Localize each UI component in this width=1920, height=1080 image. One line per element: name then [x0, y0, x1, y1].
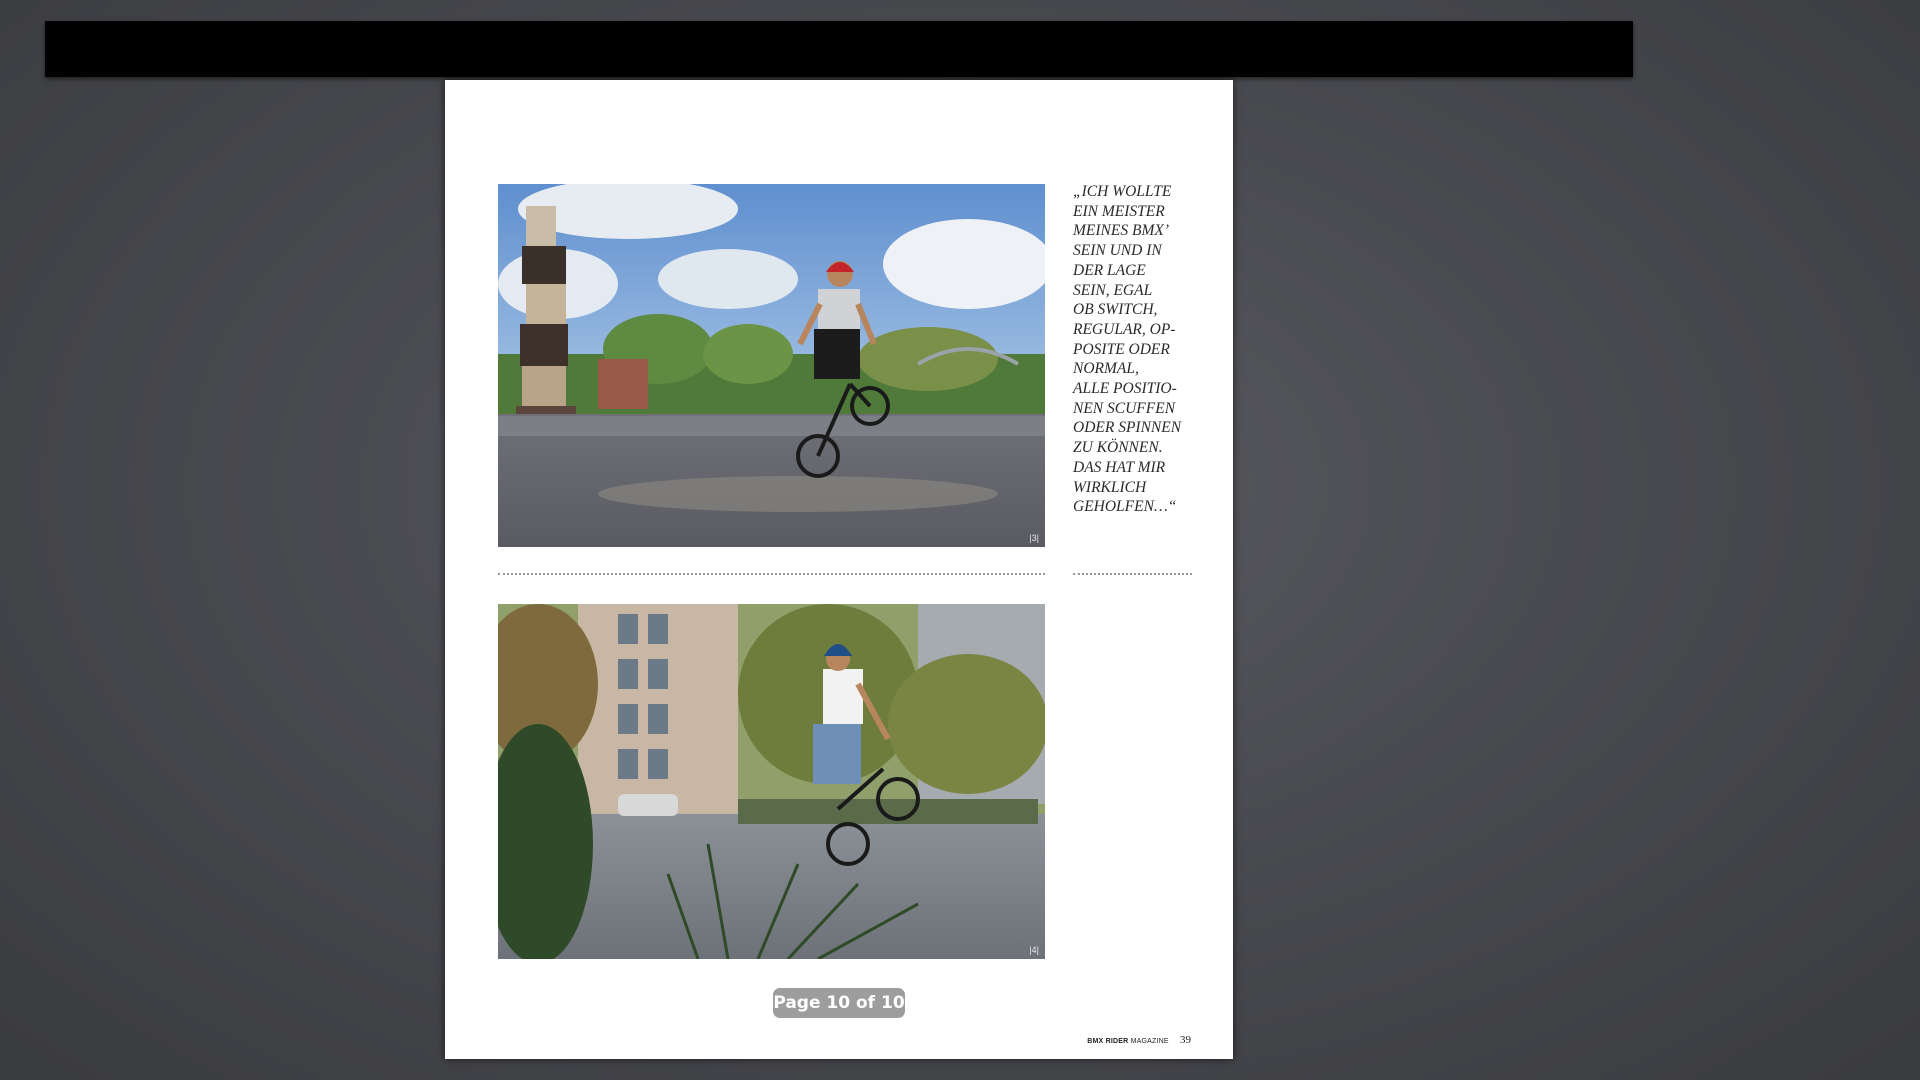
page-footer: BMX RIDER MAGAZINE 39 — [1087, 1034, 1191, 1046]
page-indicator: Page 10 of 10 — [773, 988, 905, 1018]
quote-line: geholfen…“ — [1073, 498, 1177, 516]
quote-line: Das hat mir — [1073, 458, 1166, 476]
pull-quote: „Ich wollte ein Meister meines BMX’ sein… — [1073, 182, 1201, 517]
photo-bmx-rider-red-cap: |3| — [498, 184, 1045, 547]
photo-bmx-rider-blue-beanie: |4| — [498, 604, 1045, 959]
magazine-page: |3| „Ich wollte ein Meister meines BMX’ … — [445, 80, 1233, 1059]
dotted-divider-right — [1073, 573, 1192, 575]
quote-line: posite oder — [1073, 340, 1170, 358]
quote-line: oder spinnen — [1073, 419, 1182, 437]
photo-2-image — [498, 604, 1045, 959]
photo-2-number: |4| — [1029, 945, 1039, 955]
photo-1-number: |3| — [1029, 533, 1039, 543]
quote-line: zu können. — [1073, 439, 1163, 457]
quote-line: wirklich — [1073, 478, 1147, 496]
photo-1-image — [498, 184, 1045, 547]
quote-line: der Lage — [1073, 261, 1146, 279]
quote-line: nen scuffen — [1073, 399, 1176, 417]
quote-line: ein Meister — [1073, 202, 1165, 220]
footer-magazine: MAGAZINE — [1130, 1038, 1169, 1045]
quote-line: Regular, Op- — [1073, 320, 1176, 338]
viewer-toolbar — [45, 21, 1633, 77]
footer-page-number: 39 — [1180, 1034, 1191, 1046]
quote-line: alle Positio- — [1073, 380, 1177, 398]
quote-line: meines BMX’ — [1073, 222, 1169, 240]
quote-line: normal, — [1073, 360, 1139, 378]
footer-brand: BMX RIDER — [1087, 1038, 1129, 1045]
quote-line: sein und in — [1073, 242, 1162, 260]
quote-line: ob Switch, — [1073, 301, 1158, 319]
quote-line: „Ich wollte — [1073, 183, 1172, 200]
dotted-divider-left — [498, 573, 1045, 575]
quote-line: sein, egal — [1073, 281, 1153, 299]
